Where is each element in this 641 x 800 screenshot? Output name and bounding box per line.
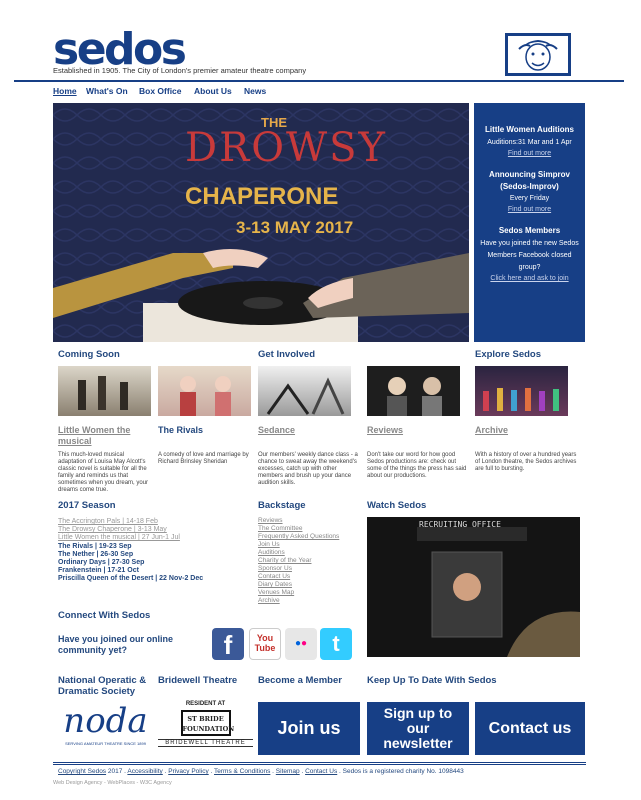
backstage-links: Reviews The Committee Frequently Asked Q… [258,517,339,605]
season-item[interactable]: The Drowsy Chaperone | 3-13 May [58,526,248,534]
facebook-icon[interactable]: f [212,628,244,660]
footer-terms[interactable]: Terms & Conditions [214,768,270,775]
footer-accessibility[interactable]: Accessibility [127,768,162,775]
sidebar-text-auditions: Auditions:31 Mar and 1 Apr [487,139,572,146]
thumb-archive[interactable] [475,366,568,416]
footer-year: 2017 [107,768,123,775]
footer-divider-2 [53,764,586,765]
header-divider [14,80,624,82]
section-explore: Explore Sedos [475,349,541,360]
nav-whats-on[interactable]: What's On [86,86,128,96]
card-title-sedance[interactable]: Sedance [258,425,295,436]
sidebar-title-members: Sedos Members [498,226,561,235]
noda-title: National Operatic & Dramatic Society [58,675,147,697]
footer-privacy[interactable]: Privacy Policy [168,768,208,775]
backstage-link-committee[interactable]: The Committee [258,525,339,533]
hero-drowsy: DROWSY [185,125,387,171]
hero-chaperone: CHAPERONE [185,183,339,210]
card-desc-archive: With a history of over a hundred years o… [475,452,577,472]
thumb-little-women[interactable] [58,366,151,416]
backstage-link-archive[interactable]: Archive [258,597,339,605]
hero-dates: 3-13 MAY 2017 [236,218,354,237]
sidebar-title-simprov: Announcing Simprov (Sedos-Improv) [489,170,570,191]
backstage-link-sponsor[interactable]: Sponsor Us [258,565,339,573]
footer-links: Copyright Sedos 2017 . Accessibility . P… [58,768,464,775]
card-desc-reviews: Don't take our word for how good Sedos p… [367,452,467,479]
sidebar-text-members: Have you joined the new Sedos Members Fa… [480,240,579,271]
sidebar-title-auditions: Little Women Auditions [485,125,574,134]
connect-question: Have you joined our online community yet… [58,634,174,655]
season-list: The Accrington Pals | 14-18 Feb The Drow… [58,518,248,584]
bridewell-subtitle: BRIDEWELL THEATRE [158,739,253,747]
season-item[interactable]: Ordinary Days | 27-30 Sep [58,559,248,567]
footer-credit[interactable]: Web Design Agency - WebPlaces - W3C Agen… [53,780,172,786]
video-player[interactable]: RECRUITING OFFICE [367,517,580,657]
card-title-reviews[interactable]: Reviews [367,425,403,436]
season-item[interactable]: Little Women the musical | 27 Jun-1 Jul [58,534,248,542]
season-item[interactable]: The Accrington Pals | 14-18 Feb [58,518,248,526]
noda-subtitle: SERVING AMATEUR THEATRE SINCE 1899 [65,741,146,746]
nav-home[interactable]: Home [53,86,77,96]
hero-banner[interactable]: THE DROWSY CHAPERONE 3-13 MAY 2017 [53,103,469,342]
nav-news[interactable]: News [244,86,266,96]
season-item[interactable]: The Nether | 26-30 Sep [58,551,248,559]
nav-box-office[interactable]: Box Office [139,86,182,96]
sidebar-text-simprov: Every Friday [509,195,550,202]
noda-logo[interactable]: noda SERVING AMATEUR THEATRE SINCE 1899 [58,701,153,755]
bridewell-resident-label: RESIDENT AT [185,701,226,707]
card-title-archive[interactable]: Archive [475,425,508,436]
footer-contact[interactable]: Contact Us [305,768,337,775]
flickr-icon[interactable]: ●● [285,628,317,660]
theatre-mask-logo [505,33,571,76]
youtube-icon[interactable]: You Tube [249,628,281,660]
video-sign-text: RECRUITING OFFICE [419,520,501,529]
sidebar-announcements: Little Women Auditions Auditions:31 Mar … [474,103,585,342]
card-title-little-women[interactable]: Little Women the musical [58,425,153,447]
section-get-involved: Get Involved [258,349,316,360]
footer-sitemap[interactable]: Sitemap [276,768,300,775]
watch-title: Watch Sedos [367,500,427,511]
footer-charity: Sedos is a registered charity No. 109844… [342,768,464,775]
newsletter-title: Keep Up To Date With Sedos [367,675,497,686]
card-desc-the-rivals: A comedy of love and marriage by Richard… [158,452,249,465]
sidebar-link-members[interactable]: Click here and ask to join [474,275,585,282]
footer-divider [53,762,586,763]
card-desc-sedance: Our members' weekly dance class - a chan… [258,452,358,486]
bridewell-title: Bridewell Theatre [158,675,238,686]
season-title: 2017 Season [58,500,116,511]
twitter-icon[interactable]: t [320,628,352,660]
backstage-link-venues[interactable]: Venues Map [258,589,339,597]
footer-copyright[interactable]: Copyright Sedos [58,768,106,775]
backstage-link-charity[interactable]: Charity of the Year [258,557,339,565]
section-coming-soon: Coming Soon [58,349,120,360]
thumb-reviews[interactable] [367,366,460,416]
connect-title: Connect With Sedos [58,610,151,621]
backstage-link-join[interactable]: Join Us [258,541,339,549]
sidebar-link-simprov[interactable]: Find out more [474,206,585,213]
backstage-link-contact[interactable]: Contact Us [258,573,339,581]
st-bride-emblem: ST BRIDE FOUNDATION [180,710,234,736]
backstage-link-auditions[interactable]: Auditions [258,549,339,557]
nav-about-us[interactable]: About Us [194,86,232,96]
tagline: Established in 1905. The City of London'… [53,66,307,75]
season-item[interactable]: The Rivals | 19-23 Sep [58,543,248,551]
season-item[interactable]: Priscilla Queen of the Desert | 22 Nov-2… [58,575,248,583]
sidebar-link-auditions[interactable]: Find out more [474,150,585,157]
backstage-link-diary[interactable]: Diary Dates [258,581,339,589]
backstage-title: Backstage [258,500,306,511]
season-item[interactable]: Frankenstein | 17-21 Oct [58,567,248,575]
backstage-link-faq[interactable]: Frequently Asked Questions [258,533,339,541]
newsletter-signup-button[interactable]: Sign up to our newsletter [367,702,469,755]
member-title: Become a Member [258,675,342,686]
contact-us-button[interactable]: Contact us [475,702,585,755]
bridewell-logo[interactable]: RESIDENT AT ST BRIDE FOUNDATION BRIDEWEL… [158,701,253,755]
card-title-the-rivals[interactable]: The Rivals [158,425,203,436]
thumb-the-rivals[interactable] [158,366,251,416]
thumb-sedance[interactable] [258,366,351,416]
backstage-link-reviews[interactable]: Reviews [258,517,339,525]
noda-wordmark: noda [63,701,148,741]
card-desc-little-women: This much-loved musical adaptation of Lo… [58,452,149,493]
join-us-button[interactable]: Join us [258,702,360,755]
